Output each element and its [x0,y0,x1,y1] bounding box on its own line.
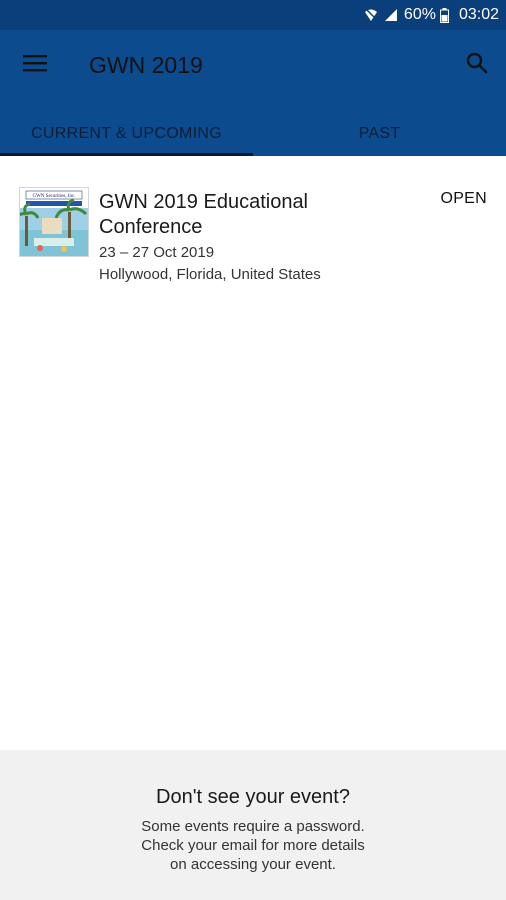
tab-bar: CURRENT & UPCOMING PAST [0,112,506,156]
thumbnail-logo-text: GWN Securities, Inc. [32,194,75,199]
hamburger-menu-icon [23,54,47,77]
battery-icon [439,7,449,23]
event-dates: 23 – 27 Oct 2019 [99,244,215,261]
wifi-icon [364,8,378,22]
tab-current-upcoming[interactable]: CURRENT & UPCOMING [0,112,253,156]
footer-line: Some events require a password. [141,818,365,835]
footer-heading: Don't see your event? [156,786,350,808]
footer-line: on accessing your event. [170,856,336,873]
list-item[interactable]: GWN Securities, Inc. GWN 2019 Educationa… [0,180,506,290]
status-badge: OPEN [440,190,487,207]
tab-past[interactable]: PAST [253,112,506,156]
page-title: GWN 2019 [89,52,203,78]
footer-body: Some events require a password. Check yo… [103,817,403,874]
clock: 03:02 [458,6,499,23]
search-button[interactable] [460,49,494,81]
menu-button[interactable] [18,50,52,80]
event-thumbnail: GWN Securities, Inc. [19,187,89,257]
help-footer: Don't see your event? Some events requir… [0,750,506,900]
search-icon [466,52,488,79]
status-bar: 60% 03:02 [0,0,506,30]
footer-line: Check your email for more details [141,837,365,854]
signal-icon [384,8,398,22]
event-location: Hollywood, Florida, United States [99,266,321,283]
event-title: GWN 2019 Educational Conference [99,191,309,238]
app-bar: GWN 2019 CURRENT & UPCOMING PAST [0,30,506,156]
battery-percent: 60% [403,6,436,23]
